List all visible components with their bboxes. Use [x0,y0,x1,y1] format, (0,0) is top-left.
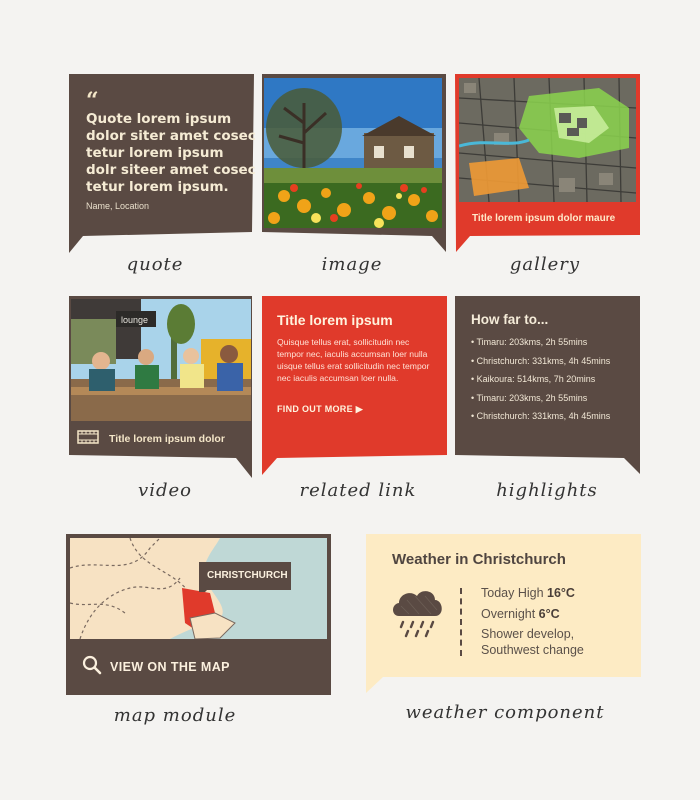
gallery-caption: gallery [509,254,581,275]
gallery-aerial-map[interactable] [459,78,636,202]
rain-cloud-icon [393,591,442,638]
search-icon[interactable] [82,655,102,675]
image-caption: image [321,254,383,275]
svg-text:lounge: lounge [121,315,148,325]
quote-text: Quote lorem ipsum dolor siter amet cosec… [86,111,256,195]
highlights-caption: highlights [496,480,598,501]
list-item: • Timaru: 203kms, 2h 55mins [471,337,588,347]
video-caption: video [138,480,192,501]
weather-summary-line1: Shower develop, [481,627,575,641]
highlights-list: • Timaru: 203kms, 2h 55mins • Christchur… [471,333,641,426]
related-body: Quisque tellus erat, sollicitudin nec te… [277,337,430,383]
list-item: • Kaikoura: 514kms, 7h 20mins [471,374,596,384]
weather-divider [460,588,462,656]
related-caption: related link [299,480,417,501]
film-icon [77,430,99,444]
video-title[interactable]: Title lorem ipsum dolor [109,433,225,445]
weather-title: Weather in Christchurch [392,551,566,568]
garden-photo[interactable] [264,78,442,228]
weather-summary-line2: Southwest change [481,643,584,657]
weather-overnight-label: Overnight [481,607,539,621]
video-thumbnail[interactable]: lounge [71,299,251,421]
weather-high-value: 16°C [547,586,575,600]
map-caption: map module [113,705,237,726]
weather-overnight-value: 6°C [538,607,560,621]
map-location-label: CHRISTCHURCH [207,570,288,581]
list-item: • Christchurch: 331kms, 4h 45mins [471,411,611,421]
quote-caption: quote [126,254,184,275]
view-on-the-map-link[interactable]: VIEW ON THE MAP [110,660,230,674]
related-title[interactable]: Title lorem ipsum [277,312,393,328]
list-item: • Timaru: 203kms, 2h 55mins [471,392,588,403]
highlights-title: How far to... [471,312,549,327]
weather-high-label: Today High [481,586,548,600]
weather-high: Today High 16°C [481,586,575,600]
find-out-more-link[interactable]: FIND OUT MORE ▶ [277,404,363,415]
list-item: • Christchurch: 331kms, 4h 45mins [471,355,611,366]
weather-caption: weather component [405,702,605,723]
weather-overnight: Overnight 6°C [481,607,560,621]
quote-attribution: Name, Location [86,201,150,211]
gallery-title[interactable]: Title lorem ipsum dolor maure [472,213,615,224]
